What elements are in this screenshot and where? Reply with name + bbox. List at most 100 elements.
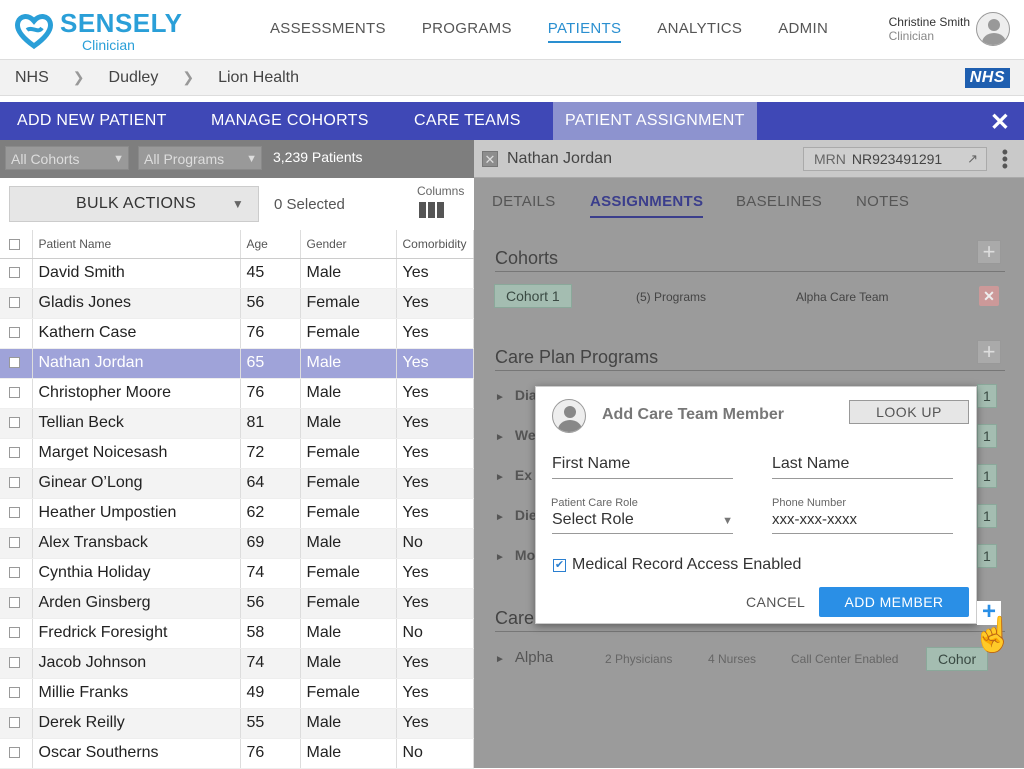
team-nurses: 4 Nurses xyxy=(708,652,757,666)
hand-pointer-icon: ☝ xyxy=(972,616,1015,654)
external-link-icon[interactable]: ↗ xyxy=(967,148,978,170)
user-menu[interactable]: Christine Smith Clinician xyxy=(889,12,1010,46)
cancel-button[interactable]: CANCEL xyxy=(746,594,805,610)
nav-assessments[interactable]: ASSESSMENTS xyxy=(270,20,386,43)
cohorts-select[interactable]: All Cohorts ▼ xyxy=(5,146,129,170)
add-cohort-button[interactable]: + xyxy=(977,240,1001,264)
select-all-checkbox[interactable] xyxy=(0,230,33,259)
role-select[interactable]: Select Role ▼ xyxy=(552,511,733,534)
table-row[interactable]: Cynthia Holiday 74 Female Yes xyxy=(0,558,474,589)
avatar-icon[interactable] xyxy=(976,12,1010,46)
add-program-button[interactable]: + xyxy=(977,340,1001,364)
table-row[interactable]: David Smith 45 Male Yes xyxy=(0,258,474,289)
breadcrumb-dudley[interactable]: Dudley xyxy=(109,69,159,87)
col-gender[interactable]: Gender xyxy=(300,230,397,259)
table-row[interactable]: Christopher Moore 76 Male Yes xyxy=(0,378,474,409)
program-row[interactable]: ► We xyxy=(495,427,536,443)
close-icon[interactable]: ✕ xyxy=(482,151,498,167)
row-checkbox[interactable] xyxy=(0,708,33,739)
row-checkbox[interactable] xyxy=(0,648,33,679)
col-comorbidity[interactable]: Comorbidity xyxy=(396,230,474,259)
table-row[interactable]: Arden Ginsberg 56 Female Yes xyxy=(0,588,474,619)
table-row[interactable]: Derek Reilly 55 Male Yes xyxy=(0,708,474,739)
row-checkbox[interactable] xyxy=(0,408,33,439)
table-row[interactable]: Heather Umpostien 62 Female Yes xyxy=(0,498,474,529)
table-row[interactable]: Fredrick Foresight 58 Male No xyxy=(0,618,474,649)
table-row[interactable]: Jacob Johnson 74 Male Yes xyxy=(0,648,474,679)
age-cell: 74 xyxy=(240,558,301,589)
col-patient-name[interactable]: Patient Name xyxy=(32,230,241,259)
columns-button[interactable]: Columns xyxy=(417,184,464,218)
more-options-icon[interactable]: • • • xyxy=(1002,143,1008,175)
table-row[interactable]: Kathern Case 76 Female Yes xyxy=(0,318,474,349)
programs-select[interactable]: All Programs ▼ xyxy=(138,146,262,170)
breadcrumb-nhs[interactable]: NHS xyxy=(15,69,49,87)
add-member-button[interactable]: ADD MEMBER xyxy=(819,587,969,617)
expand-icon: ► xyxy=(495,552,505,563)
checkbox-checked-icon[interactable]: ✔ xyxy=(553,558,566,572)
row-checkbox[interactable] xyxy=(0,528,33,559)
program-row[interactable]: ► Ex xyxy=(495,467,532,483)
divider xyxy=(495,631,1005,632)
table-row[interactable]: Millie Franks 49 Female Yes xyxy=(0,678,474,709)
nav-patients[interactable]: PATIENTS xyxy=(547,20,622,43)
expand-icon: ► xyxy=(495,654,505,665)
table-row[interactable]: Gladis Jones 56 Female Yes xyxy=(0,288,474,319)
expand-icon: ► xyxy=(495,512,505,523)
row-checkbox[interactable] xyxy=(0,588,33,619)
program-cohort-chip: 1 xyxy=(977,424,997,448)
look-up-button[interactable]: LOOK UP xyxy=(849,400,969,424)
table-row[interactable]: Ginear O’Long 64 Female Yes xyxy=(0,468,474,499)
tab-care-teams[interactable]: CARE TEAMS xyxy=(402,102,533,140)
tab-details[interactable]: DETAILS xyxy=(492,193,556,210)
sensely-logo[interactable]: SENSELY Clinician xyxy=(14,10,182,52)
cohort-chip[interactable]: Cohort 1 xyxy=(494,284,572,308)
tab-manage-cohorts[interactable]: MANAGE COHORTS xyxy=(199,102,381,140)
program-name: Mo xyxy=(514,547,536,563)
tab-notes[interactable]: NOTES xyxy=(856,193,909,210)
table-row[interactable]: Alex Transback 69 Male No xyxy=(0,528,474,559)
program-row[interactable]: ► Mo xyxy=(495,547,535,563)
first-name-field[interactable]: First Name xyxy=(552,455,733,479)
nav-programs[interactable]: PROGRAMS xyxy=(422,20,512,43)
last-name-field[interactable]: Last Name xyxy=(772,455,953,479)
table-row[interactable]: Nathan Jordan 65 Male Yes xyxy=(0,348,474,379)
table-row[interactable]: Marget Noicesash 72 Female Yes xyxy=(0,438,474,469)
age-cell: 76 xyxy=(240,738,301,769)
table-row[interactable]: Tellian Beck 81 Male Yes xyxy=(0,408,474,439)
breadcrumb-lion-health[interactable]: Lion Health xyxy=(218,69,299,87)
row-checkbox[interactable] xyxy=(0,618,33,649)
nav-analytics[interactable]: ANALYTICS xyxy=(657,20,742,43)
row-checkbox[interactable] xyxy=(0,378,33,409)
row-checkbox[interactable] xyxy=(0,678,33,709)
row-checkbox[interactable] xyxy=(0,498,33,529)
row-checkbox[interactable] xyxy=(0,348,33,379)
phone-field[interactable]: xxx-xxx-xxxx xyxy=(772,511,953,534)
row-checkbox[interactable] xyxy=(0,258,33,289)
tab-baselines[interactable]: BASELINES xyxy=(736,193,822,210)
row-checkbox[interactable] xyxy=(0,288,33,319)
patient-name-cell: Derek Reilly xyxy=(32,708,241,739)
nav-admin[interactable]: ADMIN xyxy=(778,20,828,43)
program-row[interactable]: ► Dia xyxy=(495,387,537,403)
tab-add-new-patient[interactable]: ADD NEW PATIENT xyxy=(5,102,179,140)
close-icon[interactable]: ✕ xyxy=(990,108,1010,137)
team-row[interactable]: ► Alpha xyxy=(495,649,553,666)
patient-name-cell: David Smith xyxy=(32,258,241,289)
chevron-right-icon: ❯ xyxy=(72,69,85,85)
tab-assignments[interactable]: ASSIGNMENTS xyxy=(590,193,704,218)
row-checkbox[interactable] xyxy=(0,318,33,349)
patient-name-cell: Gladis Jones xyxy=(32,288,241,319)
mrn-field[interactable]: MRN NR923491291 ↗ xyxy=(803,147,987,171)
row-checkbox[interactable] xyxy=(0,558,33,589)
program-row[interactable]: ► Die xyxy=(495,507,537,523)
tab-patient-assignment[interactable]: PATIENT ASSIGNMENT xyxy=(553,102,757,140)
remove-cohort-icon[interactable]: ✕ xyxy=(979,286,999,306)
row-checkbox[interactable] xyxy=(0,738,33,769)
table-row[interactable]: Oscar Southerns 76 Male No xyxy=(0,738,474,769)
bulk-actions-dropdown[interactable]: BULK ACTIONS ▼ xyxy=(9,186,259,222)
medical-record-access-toggle[interactable]: ✔ Medical Record Access Enabled xyxy=(553,556,801,574)
row-checkbox[interactable] xyxy=(0,438,33,469)
row-checkbox[interactable] xyxy=(0,468,33,499)
col-age[interactable]: Age xyxy=(240,230,301,259)
